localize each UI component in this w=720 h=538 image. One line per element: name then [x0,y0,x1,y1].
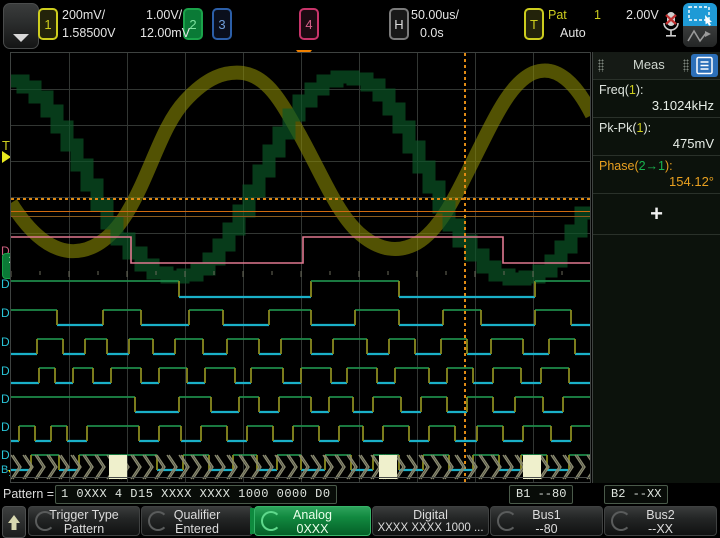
tool-toggle-button[interactable] [683,3,717,47]
softkey-qualifier[interactable]: Qualifier Entered [141,506,253,536]
trigger-level-line[interactable] [11,198,590,200]
measurement-value-pkpk: 475mV [672,136,714,151]
channel-1-offset: 1.58500V [62,26,116,40]
softkey-trigger-type[interactable]: Trigger Type Pattern [28,506,140,536]
trigger-mode: Auto [560,26,586,40]
channel-3-badge[interactable]: 3 [212,8,232,40]
digital-trace-d3 [11,396,590,414]
measurement-item-phase[interactable]: Phase(2→1): 154.12° [593,156,720,194]
home-up-arrow-icon[interactable] [2,506,26,538]
waveform-graticule[interactable] [10,52,591,483]
pattern-label: Pattern = [3,487,55,501]
horizontal-delay: 0.0s [420,26,444,40]
microphone-muted-icon[interactable] [660,10,682,40]
channel-4-badge[interactable]: 4 [299,8,319,40]
measurement-item-pkpk[interactable]: Pk-Pk(1): 475mV [593,118,720,156]
trigger-level: 2.00V [626,8,659,22]
softkey-digital-value: XXXX XXXX 1000 ... [377,522,484,534]
horizontal-badge[interactable]: H [389,8,409,40]
softkey-analog[interactable]: Analog 0XXX [254,506,371,536]
horizontal-scale: 50.00us/ [411,8,459,22]
measurement-item-freq[interactable]: Freq(1): 3.1024kHz [593,80,720,118]
digital-trace-d7 [11,280,590,299]
rotary-knob-icon [35,511,55,531]
softkey-bus2[interactable]: Bus2 --XX [604,506,717,536]
rotary-knob-icon [148,511,168,531]
measurement-label-phase: Phase(2→1): [599,159,673,173]
channel-1-badge[interactable]: 1 [38,8,58,40]
digital-trace-d6 [11,309,590,327]
oscilloscope-screen: 1 200mV/ 1.58500V 2 1.00V/ 12.00mV 3 4 H… [0,0,720,538]
digital-trace-d2 [11,425,590,443]
drag-grip-icon-left[interactable] [598,59,604,72]
waveform-arrow-icon[interactable] [683,26,717,47]
softkey-active-indicator [250,508,254,534]
bus2-value-box[interactable]: B2 --XX [604,485,669,504]
measurement-label-freq: Freq(1): [599,83,644,97]
measurement-panel-title: Meas [633,57,665,72]
channel-2-scale: 1.00V/ [146,8,183,22]
rotary-knob-icon [611,511,631,531]
measurement-panel: Meas Freq(1): 3.1024kHz Pk-Pk(1): 475mV … [592,52,720,483]
add-measurement-button[interactable]: + [593,194,720,235]
digital-channels-d7-d0 [11,280,590,472]
digital-trace-d5 [11,338,590,356]
top-toolbar: 1 200mV/ 1.58500V 2 1.00V/ 12.00mV 3 4 H… [0,0,720,50]
trigger-source: 1 [594,8,601,22]
measurement-value-freq: 3.1024kHz [651,98,714,113]
measurement-value-phase: 154.12° [669,174,714,189]
channel-1-scale: 200mV/ [62,8,106,22]
chevron-down-icon [13,34,29,42]
list-menu-icon[interactable] [691,54,718,77]
channel-2-offset: 12.00mV [140,26,191,40]
bus-row-b1[interactable] [11,451,591,483]
softkey-bus1[interactable]: Bus1 --80 [490,506,603,536]
softkey-digital-label: Digital [413,508,448,522]
digital-trace-d4 [11,367,590,385]
pattern-value[interactable]: 1 0XXX 4 D15 XXXX XXXX 1000 0000 D0 [55,485,337,504]
pattern-row: Pattern = 1 0XXX 4 D15 XXXX XXXX 1000 00… [0,484,720,504]
measurement-label-pkpk: Pk-Pk(1): [599,121,652,135]
digital-d15-trace [11,236,590,264]
drag-grip-icon-right[interactable] [683,59,689,72]
selection-rect-icon[interactable] [683,3,717,26]
trigger-type: Pat [548,8,567,22]
bus1-value-box[interactable]: B1 --80 [509,485,574,504]
rotary-knob-icon [261,511,281,531]
orange-reference-line [11,211,590,212]
softkey-row: Trigger Type Pattern Qualifier Entered A… [0,504,720,538]
trigger-badge[interactable]: T [524,8,544,40]
brown-reference-line [11,216,590,217]
measurement-panel-header: Meas [593,52,720,80]
softkey-digital[interactable]: Digital XXXX XXXX 1000 ... [372,506,489,536]
menu-dropdown-button[interactable] [3,3,39,49]
rotary-knob-icon [497,511,517,531]
